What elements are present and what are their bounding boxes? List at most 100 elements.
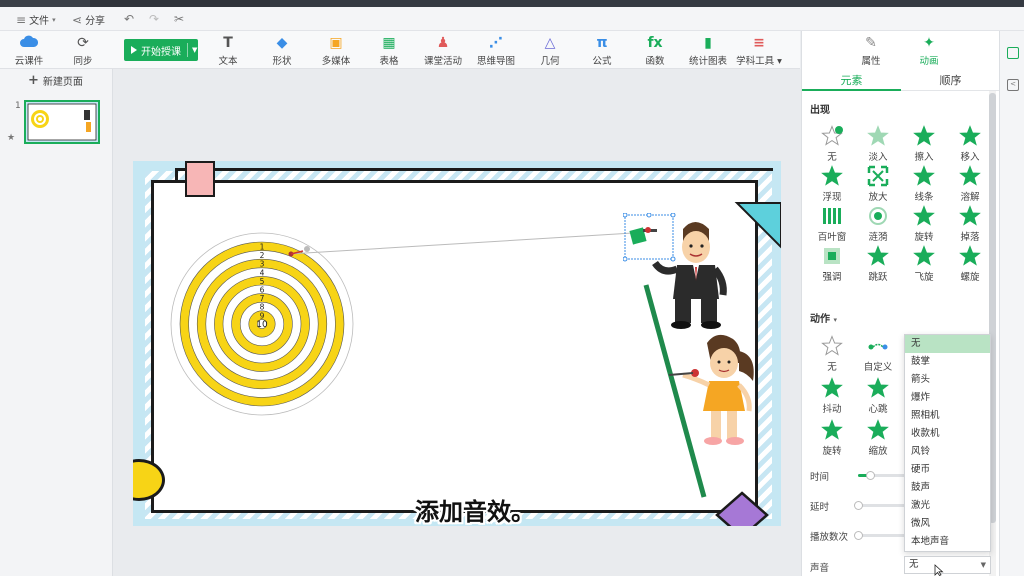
chevron-down-icon[interactable]: ▼ <box>192 46 197 54</box>
tool-class-activity[interactable]: ♟ 课堂活动 <box>418 35 468 67</box>
action-effect-label: 旋转 <box>822 446 842 457</box>
panel-tabs: ✎ 属性 ✦ 动画 <box>802 31 1000 67</box>
action-effect-4[interactable]: 旋转 <box>809 419 855 457</box>
teal-corner-decoration <box>734 202 781 249</box>
appear-effect-8[interactable]: 百叶窗 <box>809 205 855 243</box>
appear-effect-7[interactable]: 溶解 <box>947 165 993 203</box>
tool-text-label: 文本 <box>218 56 238 67</box>
slide-thumbnail[interactable] <box>24 100 100 144</box>
effect-star-icon <box>821 335 843 357</box>
tab-animation-label: 动画 <box>919 56 939 67</box>
appear-effect-4[interactable]: 浮现 <box>809 165 855 203</box>
brush-icon: ✎ <box>865 35 877 51</box>
tool-function-label: 函数 <box>645 56 665 67</box>
sound-select-value: 无 <box>909 559 919 570</box>
appear-effect-14[interactable]: 飞旋 <box>901 245 947 283</box>
app-tab[interactable] <box>0 0 90 7</box>
action-effect-5[interactable]: 缩放 <box>855 419 901 457</box>
title-area <box>270 0 1024 7</box>
action-effect-1[interactable]: 自定义 <box>855 335 901 373</box>
appear-effect-5[interactable]: 放大 <box>855 165 901 203</box>
appear-effect-1[interactable]: 淡入 <box>855 125 901 163</box>
redo-button[interactable]: ↷ <box>149 12 159 26</box>
tool-shape[interactable]: ◆ 形状 <box>257 35 307 67</box>
action-effect-0[interactable]: 无 <box>809 335 855 373</box>
sound-option[interactable]: 激光 <box>905 497 990 515</box>
appear-effect-label: 移入 <box>960 152 980 163</box>
sound-option[interactable]: 微风 <box>905 515 990 533</box>
effect-star-icon <box>867 335 889 357</box>
appear-effect-6[interactable]: 线条 <box>901 165 947 203</box>
undo-button[interactable]: ↶ <box>124 12 134 26</box>
chevron-down-icon: ▼ <box>980 561 986 569</box>
sync-button[interactable]: ⟳ 同步 <box>58 35 108 67</box>
sound-option[interactable]: 鼓掌 <box>905 353 990 371</box>
file-menu[interactable]: ≡ 文件 ▾ <box>16 12 56 28</box>
tool-geometry[interactable]: △ 几何 <box>525 35 575 67</box>
sound-option[interactable]: 本地声音 <box>905 533 990 551</box>
mindmap-icon: ⋰ <box>489 35 503 51</box>
appear-effect-2[interactable]: 擦入 <box>901 125 947 163</box>
appear-effect-15[interactable]: 螺旋 <box>947 245 993 283</box>
action-effect-2[interactable]: 抖动 <box>809 377 855 415</box>
tool-function[interactable]: fx 函数 <box>630 35 680 67</box>
cloud-button[interactable]: 云课件 <box>4 35 54 67</box>
tool-formula[interactable]: π 公式 <box>577 35 627 67</box>
appear-effect-10[interactable]: 旋转 <box>901 205 947 243</box>
appear-effect-label: 擦入 <box>914 152 934 163</box>
cut-button[interactable]: ✂ <box>174 12 184 26</box>
effect-star-icon <box>913 245 935 267</box>
start-teaching-label: 开始授课 <box>141 46 181 58</box>
appear-effect-label: 百叶窗 <box>817 232 847 243</box>
appear-effect-3[interactable]: 移入 <box>947 125 993 163</box>
panel-toggle-icon[interactable] <box>1007 47 1019 59</box>
tool-subject-tools-label: 学科工具 ▾ <box>736 56 782 67</box>
tab-elements[interactable]: 元素 <box>802 72 901 88</box>
appear-effect-0[interactable]: 无 <box>809 125 855 163</box>
tool-chart[interactable]: ▮ 统计图表 <box>683 35 733 67</box>
tool-media-label: 多媒体 <box>321 56 351 67</box>
purple-diamond-decoration <box>715 491 769 526</box>
slide-list-panel: + 新建页面 1 ★ <box>0 69 113 576</box>
appear-effect-9[interactable]: 涟漪 <box>855 205 901 243</box>
effect-star-icon <box>959 245 981 267</box>
sound-option[interactable]: 收款机 <box>905 425 990 443</box>
sound-option[interactable]: 鼓声 <box>905 479 990 497</box>
appear-effect-13[interactable]: 跳跃 <box>855 245 901 283</box>
tool-formula-label: 公式 <box>592 56 612 67</box>
appear-section-title: 出现 <box>810 105 830 116</box>
tool-mindmap[interactable]: ⋰ 思维导图 <box>471 35 521 67</box>
action-effect-3[interactable]: 心跳 <box>855 377 901 415</box>
menu-row: ≡ 文件 ▾ ⋖ 分享 ↶ ↷ ✂ <box>0 7 1024 31</box>
girl-character[interactable] <box>667 331 763 453</box>
sound-option[interactable]: 风铃 <box>905 443 990 461</box>
action-section-title[interactable]: 动作 ▾ <box>810 310 837 325</box>
share-button[interactable]: ⋖ 分享 <box>72 12 106 28</box>
slide[interactable]: 1 2 3 4 5 6 7 8 9 10 <box>133 161 781 526</box>
effect-star-icon <box>867 419 889 441</box>
animation-star-icon: ✦ <box>923 35 935 51</box>
tool-media[interactable]: ▣ 多媒体 <box>311 35 361 67</box>
start-teaching-button[interactable]: 开始授课 ▼ <box>124 39 198 61</box>
appear-effect-12[interactable]: 强调 <box>809 245 855 283</box>
appear-effect-label: 涟漪 <box>868 232 888 243</box>
sound-option[interactable]: 爆炸 <box>905 389 990 407</box>
sound-option[interactable]: 硬币 <box>905 461 990 479</box>
sound-option[interactable]: 无 <box>905 335 990 353</box>
window-top-strip <box>0 0 1024 7</box>
collapse-icon[interactable]: < <box>1007 79 1019 91</box>
tool-table[interactable]: ▦ 表格 <box>364 35 414 67</box>
tool-subject-tools[interactable]: ≡ 学科工具 ▾ <box>734 35 784 67</box>
sound-option[interactable]: 照相机 <box>905 407 990 425</box>
share-label: 分享 <box>85 16 106 27</box>
tab-properties[interactable]: ✎ 属性 <box>846 35 896 67</box>
new-page-button[interactable]: + 新建页面 <box>28 73 83 88</box>
action-effect-label: 无 <box>827 362 837 373</box>
sound-option[interactable]: 箭头 <box>905 371 990 389</box>
tab-animation[interactable]: ✦ 动画 <box>904 35 954 67</box>
tab-order[interactable]: 顺序 <box>901 72 1000 88</box>
sound-select[interactable]: 无 ▼ <box>904 556 991 574</box>
appear-effect-11[interactable]: 掉落 <box>947 205 993 243</box>
tool-text[interactable]: T 文本 <box>203 35 253 67</box>
tool-mindmap-label: 思维导图 <box>476 56 515 67</box>
